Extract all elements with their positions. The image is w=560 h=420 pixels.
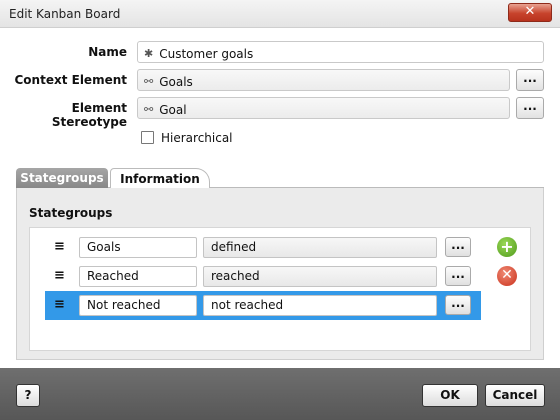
delete-stategroup-button[interactable]: ✕ (497, 266, 517, 286)
stategroup-row-selected[interactable]: ≡ Not reached not reached ... (45, 291, 481, 320)
element-stereotype-value: Goal (159, 102, 187, 117)
tab-stategroups[interactable]: Stategroups (16, 168, 108, 188)
element-stereotype-label: Element Stereotype (51, 101, 127, 129)
cancel-button[interactable]: Cancel (485, 384, 545, 407)
tab-information[interactable]: Information (110, 168, 210, 188)
link-icon: ⚯ (144, 103, 154, 116)
close-button[interactable]: ✕ (508, 3, 552, 22)
plus-circle-icon: + (500, 237, 514, 256)
stategroup-state-field[interactable]: reached (203, 266, 437, 287)
hierarchical-label: Hierarchical (161, 131, 233, 145)
name-label: Name (88, 45, 127, 59)
link-icon: ⚯ (144, 75, 154, 88)
drag-handle-icon[interactable]: ≡ (54, 239, 65, 254)
element-stereotype-field[interactable]: ⚯ Goal (137, 97, 510, 119)
stategroup-name-input[interactable]: Reached (79, 266, 197, 287)
window-title: Edit Kanban Board (9, 7, 121, 21)
drag-handle-icon[interactable]: ≡ (54, 268, 65, 283)
stategroup-state-field[interactable]: defined (203, 237, 437, 258)
add-stategroup-button[interactable]: + (497, 237, 517, 257)
element-stereotype-browse-button[interactable]: ... (516, 97, 544, 119)
context-element-label: Context Element (14, 73, 128, 87)
close-icon: ✕ (524, 4, 536, 19)
hierarchical-checkbox[interactable] (141, 131, 154, 144)
stategroup-row[interactable]: ≡ Reached reached ... (45, 262, 481, 291)
stategroup-state-field[interactable]: not reached (203, 295, 437, 316)
drag-handle-icon[interactable]: ≡ (54, 297, 65, 312)
stategroups-title: Stategroups (29, 206, 113, 220)
stategroup-browse-button[interactable]: ... (445, 295, 471, 315)
name-field[interactable]: ✱ Customer goals (137, 41, 544, 63)
context-element-field[interactable]: ⚯ Goals (137, 69, 510, 91)
context-element-value: Goals (159, 74, 193, 89)
stategroup-row[interactable]: ≡ Goals defined ... (45, 233, 481, 262)
ok-button[interactable]: OK (422, 384, 478, 407)
help-button[interactable]: ? (16, 384, 40, 407)
stategroup-name-input[interactable]: Not reached (79, 295, 197, 316)
dialog-footer: ? OK Cancel (0, 368, 560, 420)
title-bar: Edit Kanban Board ✕ (0, 0, 560, 28)
name-value: Customer goals (159, 46, 254, 61)
x-circle-icon: ✕ (501, 267, 513, 283)
stategroup-browse-button[interactable]: ... (445, 237, 471, 257)
asterisk-icon: ✱ (144, 47, 154, 60)
stategroup-name-input[interactable]: Goals (79, 237, 197, 258)
stategroup-browse-button[interactable]: ... (445, 266, 471, 286)
context-element-browse-button[interactable]: ... (516, 69, 544, 91)
